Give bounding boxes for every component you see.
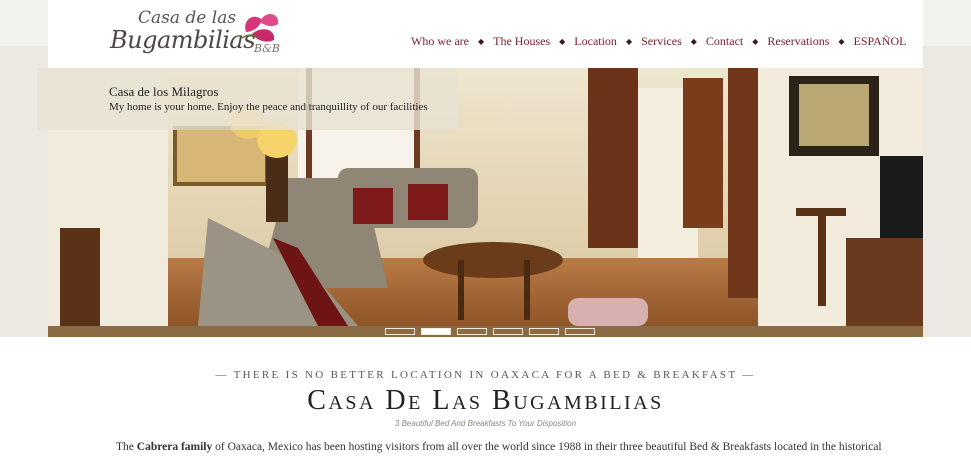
slide-caption-text: My home is your home. Enjoy the peace an… (109, 101, 428, 113)
nav-separator-icon: ◆ (477, 37, 485, 46)
nav-who-we-are[interactable]: Who we are (411, 34, 469, 49)
nav-contact[interactable]: Contact (706, 34, 743, 49)
intro-paragraph: The Cabrera family of Oaxaca, Mexico has… (116, 441, 882, 453)
nav-the-houses[interactable]: The Houses (493, 34, 550, 49)
site-logo[interactable]: Casa de las Bugambilias B&B (108, 8, 288, 60)
nav-separator-icon: ◆ (838, 37, 845, 46)
slide-dot-2[interactable] (421, 328, 451, 335)
main-navigation: Who we are ◆ The Houses ◆ Location ◆ Ser… (411, 34, 906, 49)
logo-line-1: Casa de las (138, 8, 237, 28)
slide-caption-title: Casa de los Milagros (109, 84, 219, 99)
right-side-background (923, 46, 971, 337)
intro-family-name: Cabrera family (136, 441, 213, 453)
slide-dot-1[interactable] (385, 328, 415, 335)
tagline: — There is no better location in Oaxaca … (215, 369, 756, 381)
nav-separator-icon: ◆ (752, 37, 759, 46)
slide-dot-5[interactable] (529, 328, 559, 335)
page-subtitle: 3 Beautiful Bed And Breakfasts To Your D… (394, 419, 577, 428)
nav-services[interactable]: Services (641, 34, 682, 49)
page-title: Casa De Las Bugambilias (307, 385, 664, 416)
slide-dot-6[interactable] (565, 328, 595, 335)
nav-separator-icon: ◆ (559, 37, 566, 46)
intro-text-before: The (116, 441, 137, 453)
nav-language-spanish[interactable]: ESPAÑOL (854, 34, 907, 49)
slide-dot-4[interactable] (493, 328, 523, 335)
logo-line-2: Bugambilias (110, 26, 256, 54)
slide-caption: Casa de los Milagros My home is your hom… (37, 68, 457, 130)
slide-dot-3[interactable] (457, 328, 487, 335)
nav-reservations[interactable]: Reservations (767, 34, 829, 49)
slider-pagination (385, 328, 595, 335)
intro-text-after: of Oaxaca, Mexico has been hosting visit… (212, 441, 882, 453)
nav-separator-icon: ◆ (625, 37, 633, 46)
bougainvillea-flower-icon (241, 13, 279, 42)
nav-separator-icon: ◆ (690, 37, 697, 46)
nav-location[interactable]: Location (574, 34, 617, 49)
